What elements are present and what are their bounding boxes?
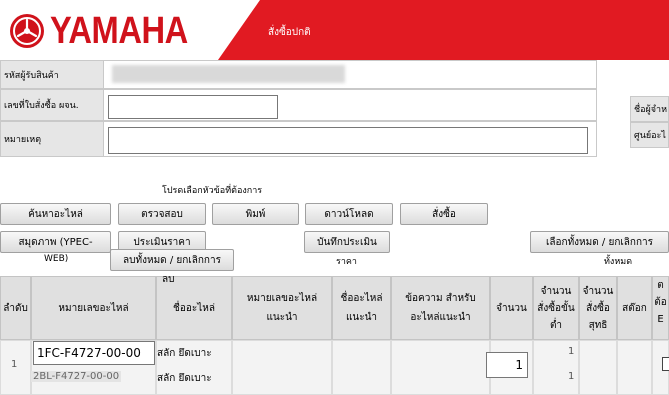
col-header-extra-line2: ต้อ bbox=[654, 297, 667, 308]
print-button[interactable]: พิมพ์ bbox=[212, 203, 299, 225]
row-seq: 1 bbox=[11, 359, 18, 370]
row-stock-cell bbox=[617, 340, 652, 395]
remark-input[interactable] bbox=[108, 127, 588, 154]
row-min-qty-alt: 1 bbox=[568, 371, 575, 382]
download-button[interactable]: ดาวน์โหลด bbox=[305, 203, 393, 225]
select-all-cancel-button-line2: ทั้งหมด bbox=[604, 257, 633, 267]
col-header-part-no: หมายเลขอะไหล่ bbox=[31, 276, 156, 340]
row-suggested-no-cell bbox=[232, 340, 332, 395]
col-header-net-qty-line2: สั่งซื้อ bbox=[586, 302, 610, 314]
col-header-stock: สต๊อก bbox=[617, 276, 652, 340]
part-number-input[interactable] bbox=[33, 341, 155, 365]
search-parts-button[interactable]: ค้นหาอะไหล่ bbox=[0, 203, 111, 225]
nav-title[interactable]: สั่งซื้อปกติ bbox=[268, 25, 311, 40]
customer-code-label: รหัสผู้รับสินค้า bbox=[0, 60, 104, 89]
col-header-net-qty-line3: สุทธิ bbox=[588, 319, 608, 331]
col-header-message: ข้อความ สำหรับ อะไหล่แนะนำ bbox=[391, 276, 490, 340]
row-min-qty: 1 bbox=[568, 346, 575, 357]
row-select-checkbox[interactable] bbox=[662, 357, 669, 371]
col-header-min-qty-line2: สั่งซื้อขั้น bbox=[537, 302, 575, 314]
col-header-min-qty-line3: ต่ำ bbox=[549, 319, 563, 331]
clear-all-cancel-button[interactable]: ลบทั้งหมด / ยกเลิกการ bbox=[110, 249, 234, 271]
col-header-part-name-label: ชื่ออะไหล่ bbox=[173, 302, 215, 314]
row-part-no-alt: 2BL-F4727-00-00 bbox=[31, 371, 122, 382]
remark-label: หมายเหตุ bbox=[0, 121, 104, 157]
col-header-extra: ต ต้อ E bbox=[652, 276, 669, 340]
col-header-message-line1: ข้อความ สำหรับ bbox=[405, 293, 476, 304]
yamaha-tuning-fork-icon bbox=[10, 14, 44, 48]
quantity-input[interactable] bbox=[486, 352, 528, 378]
ypec-web-button[interactable]: สมุดภาพ (YPEC- bbox=[0, 231, 111, 253]
col-header-suggested-name: ชื่ออะไหล่ แนะนำ bbox=[332, 276, 391, 340]
col-header-suggested-no: หมายเลขอะไหล่ แนะนำ bbox=[232, 276, 332, 340]
right-label-owner: ชื่อผู้จำห bbox=[630, 96, 669, 122]
po-number-label: เลขที่ใบสั่งซื้อ ผจน. bbox=[0, 89, 104, 121]
row-message-cell bbox=[391, 340, 490, 395]
col-header-suggested-no-line2: แนะนำ bbox=[266, 312, 298, 323]
col-header-min-qty-line1: จำนวน bbox=[540, 285, 572, 297]
col-header-message-line2: อะไหล่แนะนำ bbox=[410, 312, 471, 323]
ypec-web-button-line2: WEB) bbox=[44, 254, 69, 264]
row-net-qty-cell bbox=[579, 340, 617, 395]
po-number-input[interactable] bbox=[108, 95, 278, 119]
col-header-extra-line3: E bbox=[657, 314, 664, 325]
customer-code-value-redacted bbox=[112, 65, 345, 83]
col-header-net-qty: จำนวน สั่งซื้อ สุทธิ bbox=[579, 276, 617, 340]
col-header-suggested-no-line1: หมายเลขอะไหล่ bbox=[246, 293, 318, 304]
save-estimate-button[interactable]: บันทึกประเมิน bbox=[304, 231, 390, 253]
col-header-clear-fragment: ลบ bbox=[162, 274, 175, 285]
order-button[interactable]: สั่งซื้อ bbox=[400, 203, 488, 225]
col-header-suggested-name-line2: แนะนำ bbox=[345, 312, 378, 323]
col-header-extra-line1: ต bbox=[657, 280, 664, 291]
row-part-name: สลัก ยึดเบาะ bbox=[157, 348, 212, 359]
col-header-min-qty: จำนวน สั่งซื้อขั้น ต่ำ bbox=[533, 276, 579, 340]
brand-logo: YAMAHA bbox=[50, 10, 188, 52]
selection-prompt: โปรดเลือกหัวข้อที่ต้องการ bbox=[162, 186, 263, 196]
col-header-suggested-name-line1: ชื่ออะไหล่ bbox=[340, 293, 383, 304]
row-suggested-name-cell bbox=[332, 340, 391, 395]
save-estimate-button-line2: ราคา bbox=[336, 257, 357, 267]
row-part-name-alt: สลัก ยึดเบาะ bbox=[157, 373, 212, 384]
col-header-seq: ลำดับ bbox=[0, 276, 31, 340]
col-header-qty: จำนวน bbox=[490, 276, 533, 340]
select-all-cancel-button[interactable]: เลือกทั้งหมด / ยกเลิกการ bbox=[530, 231, 669, 253]
check-button[interactable]: ตรวจสอบ bbox=[118, 203, 206, 225]
right-label-center: ศูนย์อะไ bbox=[630, 122, 669, 148]
col-header-net-qty-line1: จำนวน bbox=[582, 285, 614, 297]
